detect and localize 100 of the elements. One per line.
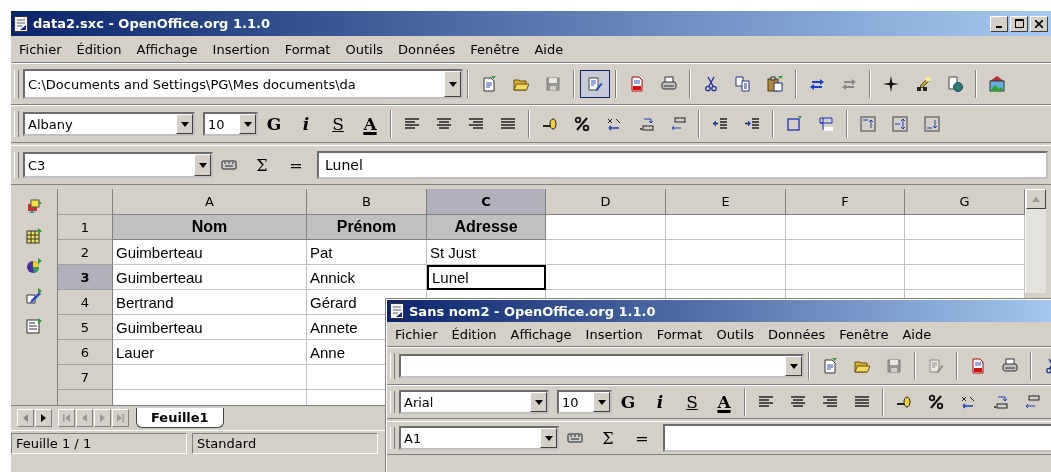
menu-item[interactable]: Insertion xyxy=(585,326,643,342)
arrows-icon xyxy=(809,76,825,92)
menu-item[interactable]: Aide xyxy=(534,41,564,57)
caret-icon xyxy=(1032,196,1040,202)
dropdown-button[interactable] xyxy=(540,428,557,448)
column-header[interactable]: E xyxy=(666,189,786,215)
window-title: data2.sxc - OpenOffice.org 1.1.0 xyxy=(33,16,270,31)
url-field[interactable] xyxy=(399,354,804,378)
menu-item[interactable]: Outils xyxy=(716,326,755,342)
caret-icon xyxy=(448,81,457,87)
caret-icon xyxy=(789,363,798,369)
vertical-scrollbar[interactable] xyxy=(1025,189,1046,293)
dropdown-button[interactable] xyxy=(239,114,256,134)
edit-mode-button[interactable] xyxy=(580,70,610,98)
formula-input[interactable] xyxy=(663,424,1051,452)
maximize-button[interactable] xyxy=(1010,15,1028,32)
row-header[interactable]: 2 xyxy=(58,240,113,265)
spreadsheet-icon xyxy=(390,303,404,319)
underline-button[interactable]: S xyxy=(677,388,707,416)
dropdown-button[interactable] xyxy=(530,392,547,412)
scroll-right-button[interactable] xyxy=(34,409,52,427)
menu-item[interactable]: Données xyxy=(398,41,456,57)
sum-button[interactable]: Σ xyxy=(592,424,624,452)
menu-item[interactable]: Édition xyxy=(76,41,122,57)
font-size-field[interactable]: 10 xyxy=(203,112,258,136)
url-field[interactable]: C:\Documents and Settings\PG\Mes documents\da xyxy=(23,69,463,99)
font-name-field[interactable]: Arial xyxy=(399,390,549,414)
font-color-button[interactable]: A xyxy=(355,110,385,138)
menu-item[interactable]: Insertion xyxy=(212,41,270,57)
row-header[interactable]: 7 xyxy=(58,365,113,390)
row-header[interactable]: 4 xyxy=(58,290,113,315)
menu-item[interactable]: Affichage xyxy=(136,41,198,57)
font-name-field[interactable]: Albany xyxy=(23,112,195,136)
menu-item[interactable]: Outils xyxy=(345,41,384,57)
clipboard-icon xyxy=(767,76,783,92)
column-header[interactable]: B xyxy=(307,189,427,215)
font-color-button[interactable]: A xyxy=(709,388,739,416)
column-header[interactable]: C xyxy=(427,189,546,215)
menu-item[interactable]: Format xyxy=(284,41,331,57)
cell-reference-field[interactable]: C3 xyxy=(23,152,213,178)
first-sheet-button[interactable] xyxy=(58,409,75,427)
sheet-tab[interactable]: Feuille1 xyxy=(136,408,224,428)
function-button[interactable]: = xyxy=(626,424,658,452)
grid-table-icon xyxy=(26,228,42,244)
bold-button[interactable]: G xyxy=(259,110,289,138)
dropdown-button[interactable] xyxy=(444,71,461,97)
column-title-cell: Adresse xyxy=(427,215,546,240)
keyboard-icon xyxy=(221,157,237,173)
dropdown-button[interactable] xyxy=(785,356,802,376)
percent-icon xyxy=(574,116,590,132)
dropdown-button[interactable] xyxy=(194,154,211,176)
menu-item[interactable]: Données xyxy=(768,326,826,342)
menu-item[interactable]: Fichier xyxy=(19,41,62,57)
previous-sheet-button[interactable] xyxy=(76,409,93,427)
number-format-icon xyxy=(960,394,976,410)
italic-button[interactable]: i xyxy=(291,110,321,138)
pdf-document-icon xyxy=(970,358,986,374)
scroll-left-button[interactable] xyxy=(16,409,34,427)
caret-icon xyxy=(534,399,543,405)
sum-button[interactable]: Σ xyxy=(246,151,278,179)
menu-item[interactable]: Fenêtre xyxy=(839,326,889,342)
column-header[interactable]: D xyxy=(546,189,666,215)
column-header[interactable]: A xyxy=(113,189,307,215)
folder-icon xyxy=(854,358,870,374)
dropdown-button[interactable] xyxy=(593,392,610,412)
column-header[interactable]: G xyxy=(905,189,1025,215)
close-button[interactable] xyxy=(1030,15,1048,32)
align-bottom-icon xyxy=(924,116,940,132)
last-sheet-button[interactable] xyxy=(112,409,129,427)
chart-plant-icon xyxy=(26,198,42,214)
row-header[interactable]: 3 xyxy=(58,265,113,290)
bold-button[interactable]: G xyxy=(613,388,643,416)
row-header[interactable]: 6 xyxy=(58,340,113,365)
italic-button[interactable]: i xyxy=(645,388,675,416)
menu-item[interactable]: Format xyxy=(656,326,703,342)
scroll-up-button[interactable] xyxy=(1026,189,1046,209)
cell-reference-field[interactable]: A1 xyxy=(399,426,559,450)
align-center-icon xyxy=(436,116,452,132)
percent-icon xyxy=(928,394,944,410)
next-sheet-button[interactable] xyxy=(94,409,111,427)
column-title-cell: Prénom xyxy=(307,215,427,240)
formula-input[interactable]: Lunel xyxy=(317,151,1048,179)
table-color-icon xyxy=(818,116,834,132)
table-cell: Guimberteau xyxy=(113,265,307,290)
function-button[interactable]: = xyxy=(280,151,312,179)
menu-item[interactable]: Aide xyxy=(902,326,932,342)
menu-item[interactable]: Fenêtre xyxy=(470,41,520,57)
font-size-field[interactable]: 10 xyxy=(557,390,612,414)
status-field: Feuille 1 / 1 xyxy=(11,433,187,454)
underline-button[interactable]: S xyxy=(323,110,353,138)
row-header[interactable]: 5 xyxy=(58,315,113,340)
row-header[interactable]: 1 xyxy=(58,215,113,240)
table-cell: Bertrand xyxy=(113,290,307,315)
dropdown-button[interactable] xyxy=(176,114,193,134)
column-header[interactable]: F xyxy=(786,189,905,215)
menu-item[interactable]: Affichage xyxy=(510,326,572,342)
document-icon xyxy=(822,358,838,374)
caret-icon xyxy=(544,435,553,441)
menu-item[interactable]: Édition xyxy=(451,326,497,342)
minimize-button[interactable] xyxy=(990,15,1008,32)
